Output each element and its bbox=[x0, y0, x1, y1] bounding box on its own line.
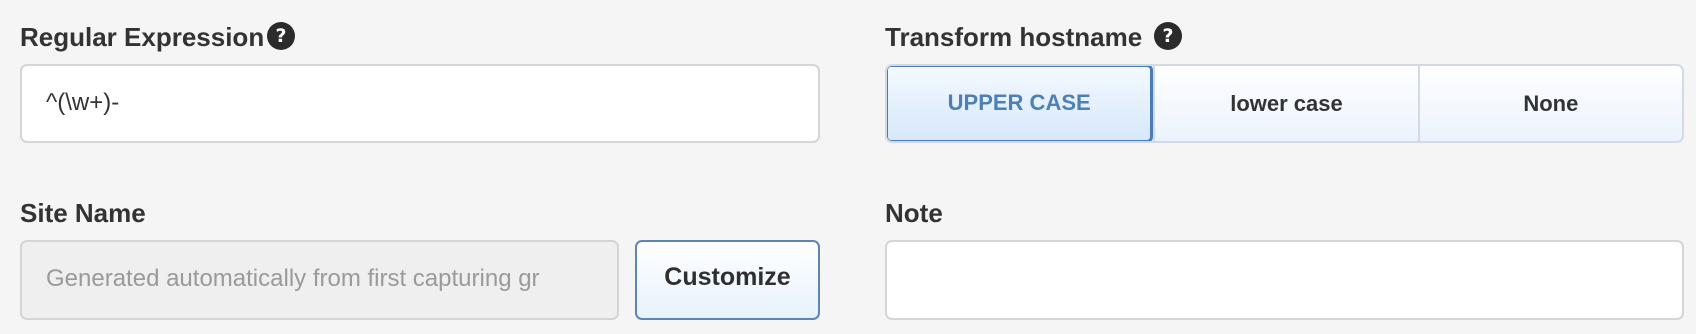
regex-help-icon[interactable]: ? bbox=[267, 22, 295, 50]
transform-help-icon[interactable]: ? bbox=[1154, 22, 1182, 50]
customize-button[interactable]: Customize bbox=[635, 240, 820, 320]
note-label: Note bbox=[885, 198, 943, 228]
transform-label: Transform hostname bbox=[885, 22, 1143, 52]
transform-option-none[interactable]: None bbox=[1417, 66, 1682, 141]
transform-segmented-control: UPPER CASE lower case None bbox=[885, 64, 1684, 143]
transform-option-lower-case[interactable]: lower case bbox=[1153, 66, 1417, 141]
transform-option-upper-case[interactable]: UPPER CASE bbox=[887, 66, 1154, 141]
regex-label: Regular Expression bbox=[20, 22, 265, 52]
regex-input[interactable]: ^(\w+)- bbox=[20, 64, 820, 143]
site-name-label: Site Name bbox=[20, 198, 146, 228]
site-name-input: Generated automatically from first captu… bbox=[20, 240, 619, 320]
note-input[interactable] bbox=[885, 240, 1684, 320]
